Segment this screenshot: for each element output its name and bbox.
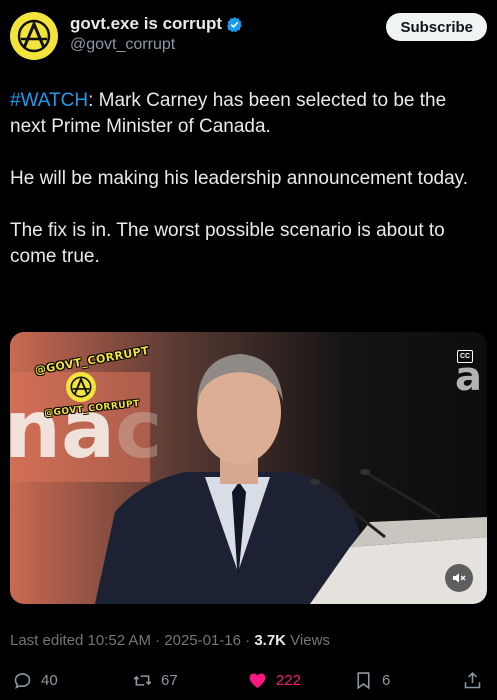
tweet-text: #WATCH: Mark Carney has been selected to… — [10, 88, 480, 296]
heart-icon — [249, 673, 266, 688]
author-block: govt.exe is corrupt @govt_corrupt — [70, 14, 243, 54]
action-bar: 40 67 222 6 — [10, 670, 487, 692]
views-label: Views — [286, 632, 330, 649]
views-count: 3.7K — [254, 632, 287, 649]
bookmark-icon — [357, 672, 370, 690]
repost-button[interactable]: 67 — [132, 670, 178, 691]
mute-button[interactable] — [445, 564, 473, 592]
display-name-row[interactable]: govt.exe is corrupt — [70, 14, 243, 34]
bookmark-count: 6 — [382, 672, 391, 689]
reply-button[interactable]: 40 — [12, 670, 58, 691]
verified-badge-icon — [227, 16, 242, 32]
reply-icon — [14, 673, 31, 689]
tweet-meta: Last edited 10:52 AM · 2025-01-16 · 3.7K… — [10, 632, 330, 649]
author-handle[interactable]: @govt_corrupt — [70, 36, 243, 54]
video-player[interactable]: na c a @GOVT_CORRUPT @GOVT_CORRUPT CC — [10, 332, 487, 604]
tweet-header: govt.exe is corrupt @govt_corrupt Subscr… — [10, 10, 487, 62]
reply-count: 40 — [41, 672, 58, 689]
share-icon — [464, 671, 481, 689]
like-count: 222 — [276, 672, 302, 689]
display-name[interactable]: govt.exe is corrupt — [70, 14, 222, 34]
muted-speaker-icon — [453, 573, 466, 583]
tweet-paragraph-2: He will be making his leadership announc… — [10, 168, 469, 189]
tweet-paragraph-1: #WATCH: Mark Carney has been selected to… — [10, 88, 480, 140]
avatar[interactable] — [10, 12, 58, 60]
like-button[interactable]: 222 — [247, 670, 301, 691]
repost-icon — [133, 675, 152, 686]
svg-text:na: na — [10, 383, 115, 476]
watermark-logo-icon — [66, 372, 96, 402]
edited-timestamp[interactable]: Last edited 10:52 AM · 2025-01-16 · — [10, 632, 254, 649]
tweet-paragraph-3: The fix is in. The worst possible scenar… — [10, 220, 445, 267]
repost-count: 67 — [161, 672, 178, 689]
anarchy-logo-icon — [17, 19, 51, 53]
hashtag-link[interactable]: #WATCH — [10, 90, 88, 111]
bookmark-button[interactable]: 6 — [353, 670, 390, 691]
svg-text:c: c — [115, 383, 162, 476]
closed-captions-icon[interactable]: CC — [457, 350, 473, 363]
subscribe-button[interactable]: Subscribe — [386, 13, 487, 41]
share-button[interactable] — [462, 670, 483, 691]
